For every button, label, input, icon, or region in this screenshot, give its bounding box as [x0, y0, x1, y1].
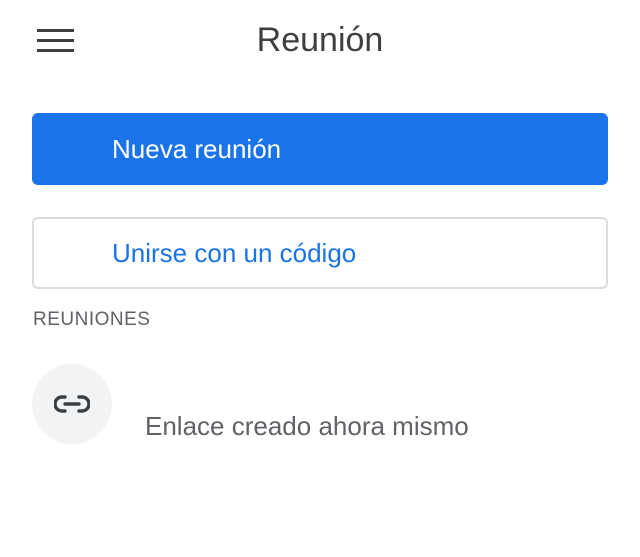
join-with-code-button[interactable]: Unirse con un código [32, 217, 608, 289]
meeting-item-label: Enlace creado ahora mismo [145, 411, 469, 441]
meeting-avatar [32, 364, 112, 444]
meetings-section-title: REUNIONES [33, 309, 151, 330]
meeting-screen: Reunión Nueva reunión Unirse con un códi… [0, 0, 640, 557]
page-title: Reunión [256, 21, 384, 59]
meeting-list-item[interactable]: Enlace creado ahora mismo [32, 364, 608, 444]
link-icon [54, 395, 90, 413]
new-meeting-button[interactable]: Nueva reunión [32, 113, 608, 185]
